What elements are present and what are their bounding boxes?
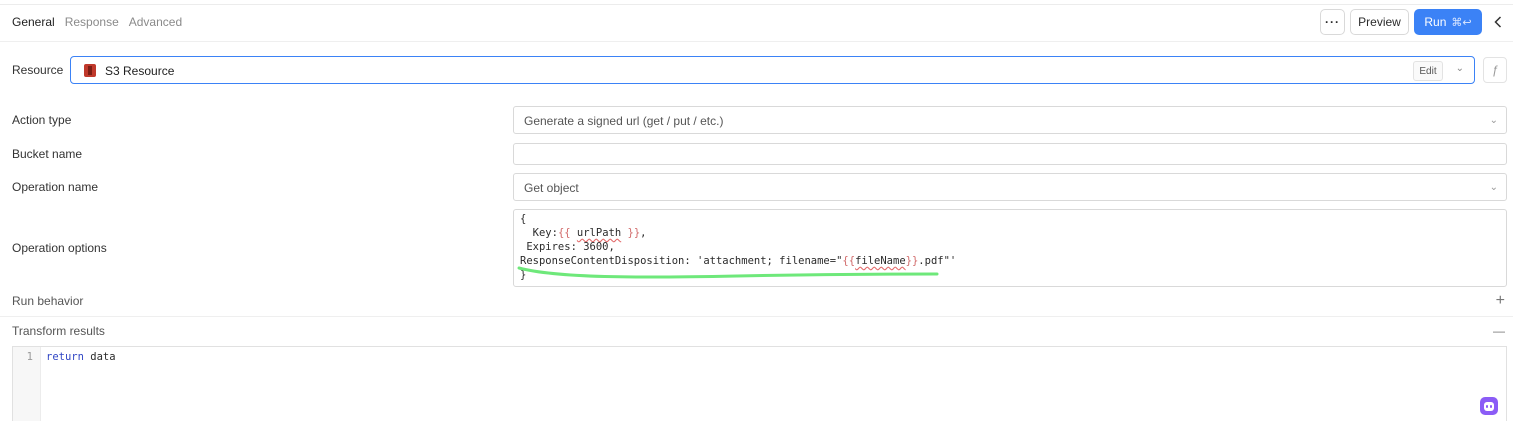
code-line: ResponseContentDisposition: 'attachment;… (520, 255, 957, 267)
code-line: { (520, 213, 527, 225)
transform-code-editor[interactable]: 1 return data (12, 346, 1507, 421)
tab-general[interactable]: General (12, 15, 55, 29)
resource-label: Resource (12, 63, 64, 77)
assistant-face-icon (1484, 401, 1494, 411)
preview-button[interactable]: Preview (1350, 9, 1409, 35)
header-actions: ··· Preview Run ⌘↩ (1320, 9, 1505, 35)
tab-response[interactable]: Response (65, 15, 119, 29)
bucket-name-input[interactable] (513, 143, 1507, 165)
panel-tabs: General Response Advanced (12, 15, 182, 29)
more-options-button[interactable]: ··· (1320, 9, 1345, 35)
resource-value: S3 Resource (105, 64, 175, 78)
operation-name-select[interactable]: Get object ⌄ (513, 173, 1507, 201)
chevron-left-icon[interactable] (1491, 9, 1505, 35)
resource-selector[interactable]: S3 Resource Edit ⌄ (70, 56, 1475, 84)
transform-results-section[interactable]: Transform results (12, 324, 105, 338)
bucket-name-label: Bucket name (12, 147, 83, 161)
run-behavior-section[interactable]: Run behavior (12, 294, 83, 308)
chevron-down-icon: ⌄ (1489, 115, 1498, 126)
top-border (0, 0, 1513, 5)
action-type-value: Generate a signed url (get / put / etc.) (524, 114, 724, 128)
operation-name-value: Get object (524, 181, 579, 195)
tab-advanced[interactable]: Advanced (129, 15, 182, 29)
operation-name-label: Operation name (12, 180, 99, 194)
resource-edit-button[interactable]: Edit (1413, 61, 1443, 81)
code-line: Expires: 3600, (520, 241, 615, 253)
chevron-down-icon[interactable]: ⌄ (1456, 63, 1464, 74)
run-button-label: Run (1424, 15, 1447, 29)
minus-icon[interactable]: — (1493, 324, 1505, 338)
action-type-select[interactable]: Generate a signed url (get / put / etc.)… (513, 106, 1507, 134)
code-line: } (520, 269, 527, 281)
code-line: Key:{{ urlPath }}, (520, 227, 647, 239)
editor-gutter: 1 (13, 347, 41, 421)
code-line: return data (46, 351, 116, 363)
function-toggle-button[interactable]: ƒ (1483, 57, 1507, 83)
chevron-down-icon: ⌄ (1489, 182, 1498, 193)
ai-assistant-icon[interactable] (1480, 397, 1498, 415)
run-button[interactable]: Run ⌘↩ (1414, 9, 1482, 35)
run-shortcut: ⌘↩ (1451, 16, 1472, 29)
line-number: 1 (26, 351, 33, 363)
action-type-label: Action type (12, 113, 72, 127)
operation-options-label: Operation options (12, 241, 107, 255)
s3-bucket-icon (84, 64, 96, 77)
section-divider (0, 316, 1513, 317)
header-divider (0, 41, 1513, 42)
operation-options-editor[interactable]: { Key:{{ urlPath }}, Expires: 3600, Resp… (513, 209, 1507, 287)
plus-icon[interactable]: + (1496, 293, 1505, 309)
